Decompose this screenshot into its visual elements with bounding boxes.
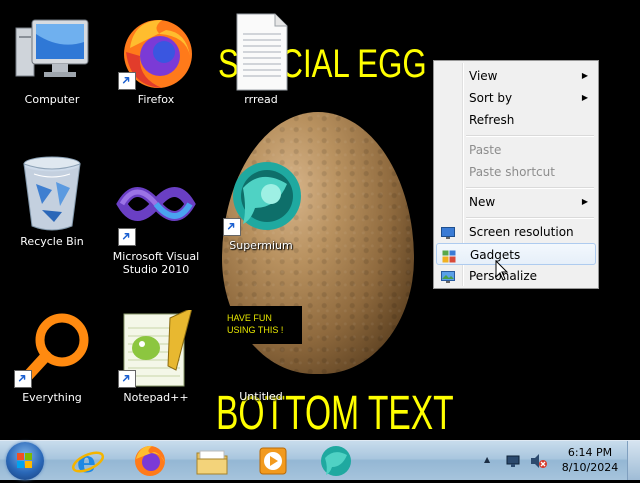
internet-explorer-icon: e (71, 445, 105, 480)
volume-muted-icon[interactable] (530, 453, 548, 469)
menu-item-label: Paste shortcut (469, 165, 555, 179)
screen-resolution-icon (441, 225, 455, 239)
desktop-context-menu: View ▶ Sort by ▶ Refresh Paste Paste sho… (433, 60, 599, 289)
system-clock[interactable]: 6:14 PM 8/10/2024 (555, 445, 625, 475)
svg-text:e: e (77, 445, 96, 479)
media-player-icon (259, 447, 287, 475)
menu-item-label: Screen resolution (469, 225, 574, 239)
menu-item-gadgets[interactable]: Gadgets (436, 243, 596, 265)
menu-item-paste-shortcut: Paste shortcut (436, 161, 596, 183)
windows-logo-icon (17, 453, 33, 469)
file-explorer-icon (196, 450, 228, 475)
menu-item-view[interactable]: View ▶ (436, 65, 596, 87)
menu-item-sort-by[interactable]: Sort by ▶ (436, 87, 596, 109)
untitled-icon (221, 322, 301, 402)
desktop-icon-label: Microsoft Visual Studio 2010 (112, 250, 200, 276)
shortcut-arrow-icon (118, 370, 136, 388)
desktop-icon-computer[interactable]: Computer (4, 12, 100, 106)
desktop-icon-untitled[interactable]: Untitled (213, 322, 309, 403)
clock-time: 6:14 PM (567, 446, 613, 459)
menu-separator (466, 187, 594, 189)
shortcut-arrow-icon (14, 370, 32, 388)
desktop-icon-rrread[interactable]: rrread (213, 12, 309, 106)
personalize-icon (441, 269, 455, 283)
desktop-icon-label: rrread (244, 93, 278, 106)
menu-item-personalize[interactable]: Personalize (436, 265, 596, 287)
desktop-icon-supermium[interactable]: Supermium (213, 158, 309, 252)
desktop-icon-notepad-plus-plus[interactable]: Notepad++ (108, 307, 204, 404)
shortcut-arrow-icon (118, 228, 136, 246)
menu-separator (466, 135, 594, 137)
menu-item-label: View (469, 69, 498, 83)
submenu-arrow-icon: ▶ (581, 71, 588, 80)
gadgets-icon (442, 248, 456, 263)
taskbar-media-player[interactable] (256, 443, 292, 479)
visual-studio-icon (116, 174, 196, 252)
firefox-icon (135, 445, 165, 476)
menu-item-screen-resolution[interactable]: Screen resolution (436, 221, 596, 243)
desktop-icon-label: Computer (24, 93, 80, 106)
clock-date: 8/10/2024 (561, 461, 619, 474)
everything-search-icon (12, 310, 92, 390)
supermium-icon (321, 446, 351, 476)
computer-icon (12, 12, 92, 92)
taskbar-internet-explorer[interactable]: e (70, 443, 106, 480)
shortcut-arrow-icon (118, 72, 136, 90)
taskbar-firefox[interactable] (132, 443, 168, 479)
recycle-bin-icon (12, 154, 92, 234)
firefox-icon (116, 12, 196, 92)
menu-item-new[interactable]: New ▶ (436, 191, 596, 213)
notepad-plus-plus-icon (116, 307, 196, 390)
text-file-icon (221, 12, 301, 92)
desktop-icon-label: Everything (22, 391, 82, 404)
desktop-icon-label: Firefox (137, 93, 175, 106)
taskbar-file-explorer[interactable] (194, 443, 230, 479)
show-desktop-button[interactable] (627, 441, 640, 480)
start-button[interactable] (6, 442, 44, 480)
network-icon[interactable] (505, 453, 521, 469)
menu-separator (466, 217, 594, 219)
desktop-icon-label: Notepad++ (123, 391, 189, 404)
menu-item-label: Paste (469, 143, 502, 157)
taskbar-supermium[interactable] (318, 443, 354, 479)
menu-item-refresh[interactable]: Refresh (436, 109, 596, 131)
supermium-icon (221, 158, 301, 238)
menu-item-paste: Paste (436, 139, 596, 161)
desktop-icon-firefox[interactable]: Firefox (108, 12, 204, 106)
desktop-icon-everything[interactable]: Everything (4, 310, 100, 404)
desktop-icon-label: Recycle Bin (20, 235, 84, 248)
submenu-arrow-icon: ▶ (581, 197, 588, 206)
taskbar: e ▲ 6:14 PM 8/10/2024 (0, 440, 640, 480)
menu-item-label: Sort by (469, 91, 513, 105)
mouse-cursor-icon (495, 260, 509, 281)
desktop[interactable]: SPECIAL EGG BOTTOM TEXT HAVE FUN USING T… (0, 0, 640, 440)
shortcut-arrow-icon (223, 218, 241, 236)
menu-item-label: Refresh (469, 113, 515, 127)
show-hidden-icons-chevron-icon[interactable]: ▲ (484, 455, 490, 464)
submenu-arrow-icon: ▶ (581, 93, 588, 102)
desktop-icon-visual-studio-2010[interactable]: Microsoft Visual Studio 2010 (108, 174, 204, 276)
desktop-icon-label: Supermium (229, 239, 293, 252)
menu-item-label: New (469, 195, 496, 209)
desktop-icon-recycle-bin[interactable]: Recycle Bin (4, 154, 100, 248)
